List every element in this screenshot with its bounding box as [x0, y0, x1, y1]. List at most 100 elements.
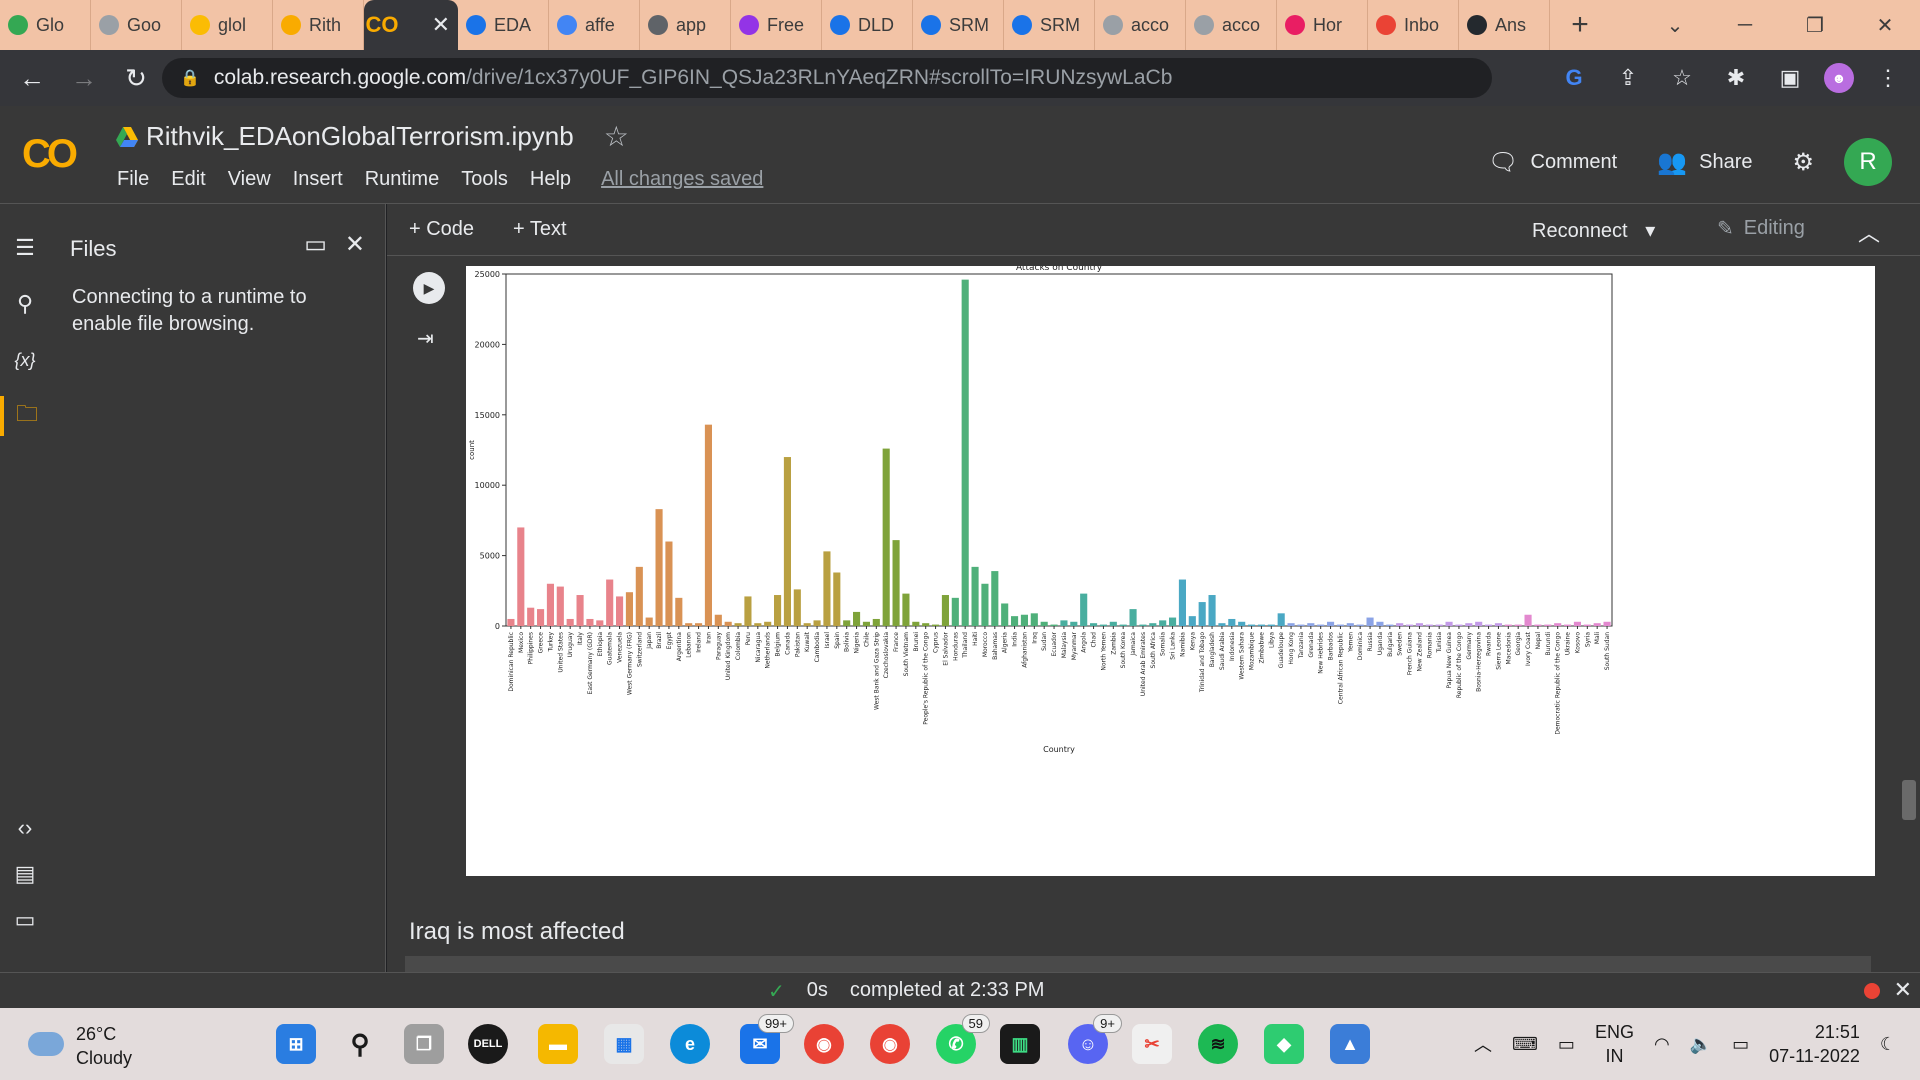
browser-tab[interactable]: Free: [731, 0, 822, 50]
menu-tools[interactable]: Tools: [450, 168, 519, 191]
avatar[interactable]: R: [1844, 138, 1892, 186]
share-page-icon[interactable]: ⇪: [1608, 58, 1648, 98]
browser-tab[interactable]: Goo: [91, 0, 182, 50]
notifications-icon[interactable]: ☾: [1880, 1034, 1896, 1055]
close-window-icon[interactable]: ✕: [1850, 0, 1920, 50]
browser-tab[interactable]: EDA: [458, 0, 549, 50]
browser-tab[interactable]: DLD: [822, 0, 913, 50]
menu-runtime[interactable]: Runtime: [354, 168, 450, 191]
terminal-app-icon[interactable]: ▥: [1000, 1024, 1040, 1064]
language-indicator[interactable]: ENG IN: [1595, 1020, 1634, 1068]
browser-tab[interactable]: acco: [1095, 0, 1186, 50]
mail-icon[interactable]: ✉ 99+: [740, 1014, 794, 1064]
open-in-tab-icon[interactable]: ▭: [304, 230, 327, 259]
battery-icon[interactable]: ▭: [1732, 1034, 1749, 1055]
browser-tab[interactable]: Inbo: [1368, 0, 1459, 50]
markdown-cell-text[interactable]: Iraq is most affected: [409, 918, 625, 946]
clock[interactable]: 21:51 07-11-2022: [1769, 1020, 1860, 1068]
tab-search-icon[interactable]: ⌄: [1640, 0, 1710, 50]
store-icon[interactable]: ▦: [604, 1024, 644, 1064]
browser-tab[interactable]: Glo: [0, 0, 91, 50]
share-button[interactable]: 👥 Share: [1647, 148, 1762, 177]
status-message[interactable]: completed at 2:33 PM: [850, 979, 1045, 1004]
browser-tab[interactable]: glol: [182, 0, 273, 50]
add-code-button[interactable]: + Code: [409, 218, 474, 241]
minimize-icon[interactable]: ─: [1710, 0, 1780, 50]
photos-icon[interactable]: ▲: [1330, 1024, 1370, 1064]
task-view-icon[interactable]: ❐: [404, 1024, 444, 1064]
comment-button[interactable]: 🗨 Comment: [1478, 148, 1627, 177]
browser-tab[interactable]: affe: [549, 0, 640, 50]
collapse-header-icon[interactable]: ︿: [1858, 216, 1880, 248]
tab-close-icon[interactable]: ✕: [432, 12, 450, 38]
close-status-icon[interactable]: ✕: [1894, 977, 1912, 1003]
forward-icon[interactable]: →: [64, 58, 104, 98]
back-icon[interactable]: ←: [12, 58, 52, 98]
wifi-icon[interactable]: ◠: [1654, 1034, 1670, 1055]
browser-tab[interactable]: SRM: [913, 0, 1004, 50]
browser-tab[interactable]: SRM: [1004, 0, 1095, 50]
code-snippets-icon[interactable]: ‹›: [0, 808, 50, 848]
table-of-contents-icon[interactable]: ☰: [0, 228, 50, 268]
reconnect-button[interactable]: Reconnect ▾: [1532, 218, 1655, 243]
spotify-icon[interactable]: ≋: [1198, 1024, 1238, 1064]
notebook-title[interactable]: Rithvik_EDAonGlobalTerrorism.ipynb: [146, 121, 574, 152]
new-tab-button[interactable]: +: [1560, 5, 1600, 45]
bookmark-star-icon[interactable]: ☆: [1662, 58, 1702, 98]
file-explorer-icon[interactable]: ▬: [538, 1024, 578, 1064]
restore-icon[interactable]: ❐: [1780, 0, 1850, 50]
terminal-icon[interactable]: ▭: [0, 900, 50, 940]
chrome-profile-icon[interactable]: ◉: [870, 1024, 910, 1064]
menu-edit[interactable]: Edit: [160, 168, 216, 191]
browser-tab[interactable]: CO ✕: [364, 0, 458, 50]
snipping-tool-icon[interactable]: ✂: [1132, 1024, 1172, 1064]
add-text-button[interactable]: + Text: [513, 218, 567, 241]
browser-tab[interactable]: Rith: [273, 0, 364, 50]
browser-tab[interactable]: acco: [1186, 0, 1277, 50]
app-launcher-icon[interactable]: ◆: [1264, 1024, 1304, 1064]
menu-help[interactable]: Help: [519, 168, 582, 191]
browser-menu-icon[interactable]: ⋮: [1868, 58, 1908, 98]
tab-favicon-icon: [921, 15, 941, 35]
browser-tab[interactable]: Ans: [1459, 0, 1550, 50]
folder-icon[interactable]: 🗀: [0, 396, 50, 436]
scrollbar-thumb[interactable]: [1902, 780, 1916, 820]
reload-icon[interactable]: ↻: [116, 58, 156, 98]
chrome-icon[interactable]: ◉: [804, 1024, 844, 1064]
editing-mode-button[interactable]: ✎ Editing: [1717, 216, 1805, 241]
settings-gear-icon[interactable]: ⚙: [1782, 148, 1824, 177]
browser-tab[interactable]: Hor: [1277, 0, 1368, 50]
next-cell[interactable]: [405, 956, 1871, 972]
edge-icon[interactable]: e: [670, 1024, 710, 1064]
dell-icon[interactable]: DELL: [468, 1024, 508, 1064]
run-cell-button[interactable]: ▶: [413, 272, 445, 304]
search-taskbar-icon[interactable]: ⚲: [340, 1024, 380, 1064]
google-icon[interactable]: G: [1554, 58, 1594, 98]
menu-view[interactable]: View: [217, 168, 282, 191]
windows-start-icon[interactable]: ⊞: [276, 1024, 316, 1064]
menu-file[interactable]: File: [106, 168, 160, 191]
menu-insert[interactable]: Insert: [282, 168, 354, 191]
output-actions-icon[interactable]: ⇥: [417, 326, 434, 351]
profile-icon[interactable]: ☻: [1824, 63, 1854, 93]
show-hidden-icons[interactable]: ︿: [1474, 1031, 1492, 1057]
save-status[interactable]: All changes saved: [590, 168, 774, 191]
discord-icon[interactable]: ☺ 9+: [1068, 1014, 1122, 1064]
side-panel-icon[interactable]: ▣: [1770, 58, 1810, 98]
command-palette-icon[interactable]: ▤: [0, 854, 50, 894]
browser-tab[interactable]: app: [640, 0, 731, 50]
tablet-icon[interactable]: ▭: [1558, 1034, 1575, 1055]
extensions-icon[interactable]: ✱: [1716, 58, 1756, 98]
tab-label: Free: [767, 14, 805, 35]
star-icon[interactable]: ☆: [604, 120, 629, 153]
colab-logo[interactable]: CO: [22, 132, 78, 177]
chevron-down-icon[interactable]: ▾: [1645, 220, 1655, 242]
keyboard-icon[interactable]: ⌨: [1512, 1034, 1538, 1055]
volume-icon[interactable]: 🔈: [1690, 1034, 1712, 1055]
weather-widget[interactable]: 26°C Cloudy: [28, 1022, 132, 1070]
address-bar[interactable]: 🔒 colab.research.google.com/drive/1cx37y…: [162, 58, 1492, 98]
search-icon[interactable]: ⚲: [0, 284, 50, 324]
close-icon[interactable]: ✕: [345, 230, 365, 259]
whatsapp-icon[interactable]: ✆ 59: [936, 1014, 990, 1064]
variables-icon[interactable]: {x}: [0, 340, 50, 380]
